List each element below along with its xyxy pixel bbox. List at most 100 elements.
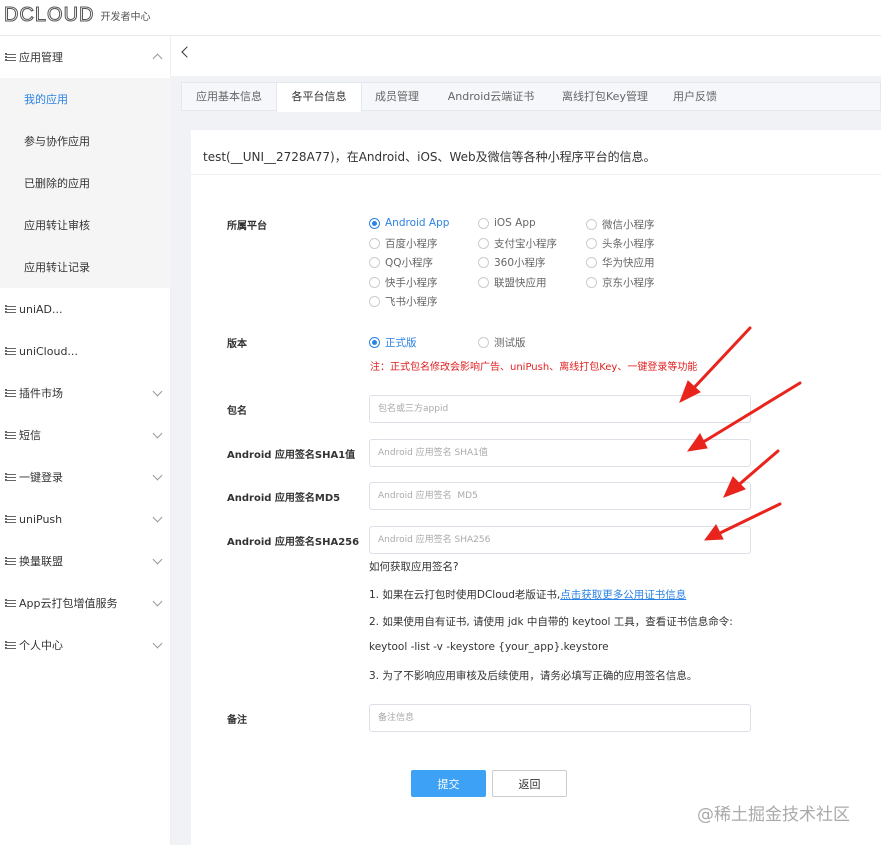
warning-text: 注：正式包名修改会影响广告、uniPush、离线打包Key、一键登录等功能 (370, 362, 698, 373)
radio-kuaishou-mp[interactable]: 快手小程序 (369, 275, 438, 290)
radio-label: 支付宝小程序 (494, 238, 557, 250)
list-icon (5, 472, 16, 483)
logo-text: DCLOUD (3, 3, 95, 26)
chevron-down-icon (152, 428, 163, 439)
radio-huawei-quickapp[interactable]: 华为快应用 (586, 255, 655, 270)
radio-release[interactable]: 正式版 (369, 335, 417, 350)
platform-label: 所属平台 (227, 221, 267, 232)
sidebar-subitem-transfer-review[interactable]: 应用转让审核 (0, 204, 171, 246)
sidebar-item-label: uniPush (19, 512, 63, 526)
radio-label: 百度小程序 (385, 238, 438, 250)
sidebar-subitem-collab-apps[interactable]: 参与协作应用 (0, 120, 171, 162)
radio-toutiao-mp[interactable]: 头条小程序 (586, 236, 655, 251)
back-arrow-icon[interactable] (181, 46, 193, 58)
radio-label: 飞书小程序 (385, 296, 438, 308)
top-header: DCLOUD 开发者中心 (0, 0, 881, 36)
sidebar-subitem-my-apps[interactable]: 我的应用 (0, 78, 171, 120)
radio-dot (369, 337, 380, 348)
radio-label: 京东小程序 (602, 277, 655, 289)
submit-button[interactable]: 提交 (411, 770, 486, 797)
radio-label: Android App (385, 217, 450, 229)
radio-label: QQ小程序 (385, 257, 434, 269)
radio-label: 头条小程序 (602, 238, 655, 250)
sidebar-item-label: 一键登录 (19, 471, 63, 484)
sidebar-item-plugin-market[interactable]: 插件市场 (0, 372, 171, 414)
radio-dot (369, 257, 380, 268)
public-cert-link[interactable]: 点击获取更多公用证书信息 (560, 589, 686, 601)
radio-dot (586, 238, 597, 249)
radio-dot (478, 277, 489, 288)
radio-label: iOS App (494, 217, 536, 229)
tab-members[interactable]: 成员管理 (362, 83, 432, 111)
package-label: 包名 (227, 406, 247, 417)
sidebar-item-label: 个人中心 (19, 639, 63, 652)
list-icon (5, 52, 16, 63)
radio-alipay-mp[interactable]: 支付宝小程序 (478, 236, 557, 251)
radio-label: 正式版 (385, 337, 417, 349)
chevron-down-icon (152, 470, 163, 481)
list-icon (5, 346, 16, 357)
dcloud-logo[interactable]: DCLOUD 开发者中心 (3, 3, 151, 26)
radio-feishu-mp[interactable]: 飞书小程序 (369, 294, 438, 309)
sidebar-item-uniad[interactable]: uniAD... (0, 288, 171, 330)
back-bar (171, 36, 881, 76)
sidebar-item-label: 应用管理 (19, 51, 63, 64)
radio-360-mp[interactable]: 360小程序 (478, 255, 546, 270)
tab-android-cert[interactable]: Android云端证书 (432, 83, 550, 111)
tab-feedback[interactable]: 用户反馈 (660, 83, 730, 111)
logo-subtitle: 开发者中心 (100, 11, 151, 23)
radio-jd-mp[interactable]: 京东小程序 (586, 275, 655, 290)
sha256-input[interactable] (369, 526, 751, 554)
list-icon (5, 430, 16, 441)
list-icon (5, 304, 16, 315)
radio-label: 华为快应用 (602, 257, 655, 269)
help-command: keytool -list -v -keystore {your_app}.ke… (369, 641, 609, 653)
help-line-3: 3. 为了不影响应用审核及后续使用，请务必填写正确的应用签名信息。 (369, 670, 698, 682)
sidebar-item-personal-center[interactable]: 个人中心 (0, 624, 171, 666)
radio-label: 微信小程序 (602, 219, 655, 231)
sidebar-item-unicloud[interactable]: uniCloud... (0, 330, 171, 372)
chevron-up-icon (152, 53, 163, 64)
app-management-submenu: 我的应用 参与协作应用 已删除的应用 应用转让审核 应用转让记录 (0, 78, 171, 288)
radio-union-quickapp[interactable]: 联盟快应用 (478, 275, 547, 290)
tab-platform-info[interactable]: 各平台信息 (276, 83, 362, 112)
help-line-1: 1. 如果在云打包时使用DCloud老版证书,点击获取更多公用证书信息 (369, 587, 686, 602)
sidebar-item-cloud-build[interactable]: App云打包增值服务 (0, 582, 171, 624)
help-title: 如何获取应用签名? (369, 561, 459, 573)
sidebar-item-exchange-alliance[interactable]: 换量联盟 (0, 540, 171, 582)
sidebar-subitem-deleted-apps[interactable]: 已删除的应用 (0, 162, 171, 204)
sidebar-item-label: 插件市场 (19, 387, 63, 400)
chevron-down-icon (152, 638, 163, 649)
version-label: 版本 (227, 339, 247, 350)
radio-dot (478, 217, 489, 229)
radio-label: 测试版 (494, 337, 526, 349)
back-button[interactable]: 返回 (492, 770, 567, 797)
help-line-1-text: 1. 如果在云打包时使用DCloud老版证书, (369, 589, 561, 601)
sidebar-subitem-transfer-log[interactable]: 应用转让记录 (0, 246, 171, 288)
radio-dot (369, 277, 380, 288)
sidebar-item-app-management[interactable]: 应用管理 (0, 36, 171, 78)
remark-label: 备注 (227, 715, 247, 726)
sha1-input[interactable] (369, 439, 751, 467)
radio-test[interactable]: 测试版 (478, 335, 526, 350)
remark-input[interactable] (369, 704, 751, 732)
chevron-down-icon (152, 596, 163, 607)
md5-input[interactable] (369, 482, 751, 510)
list-icon (5, 640, 16, 651)
radio-weixin-mp[interactable]: 微信小程序 (586, 217, 655, 232)
sidebar-item-one-click-login[interactable]: 一键登录 (0, 456, 171, 498)
sidebar-item-sms[interactable]: 短信 (0, 414, 171, 456)
tab-basic-info[interactable]: 应用基本信息 (182, 83, 276, 111)
radio-qq-mp[interactable]: QQ小程序 (369, 255, 433, 270)
radio-dot (369, 217, 380, 229)
package-input[interactable] (369, 395, 751, 423)
card-title: test(__UNI__2728A77)，在Android、iOS、Web及微信… (203, 150, 656, 164)
sidebar-item-label: 短信 (19, 429, 41, 442)
tab-offline-key[interactable]: 离线打包Key管理 (550, 83, 660, 111)
radio-ios-app[interactable]: iOS App (478, 217, 536, 229)
radio-baidu-mp[interactable]: 百度小程序 (369, 236, 438, 251)
radio-dot (586, 219, 597, 230)
radio-android-app[interactable]: Android App (369, 217, 449, 229)
sidebar-item-unipush[interactable]: uniPush (0, 498, 171, 540)
radio-dot (478, 238, 489, 249)
